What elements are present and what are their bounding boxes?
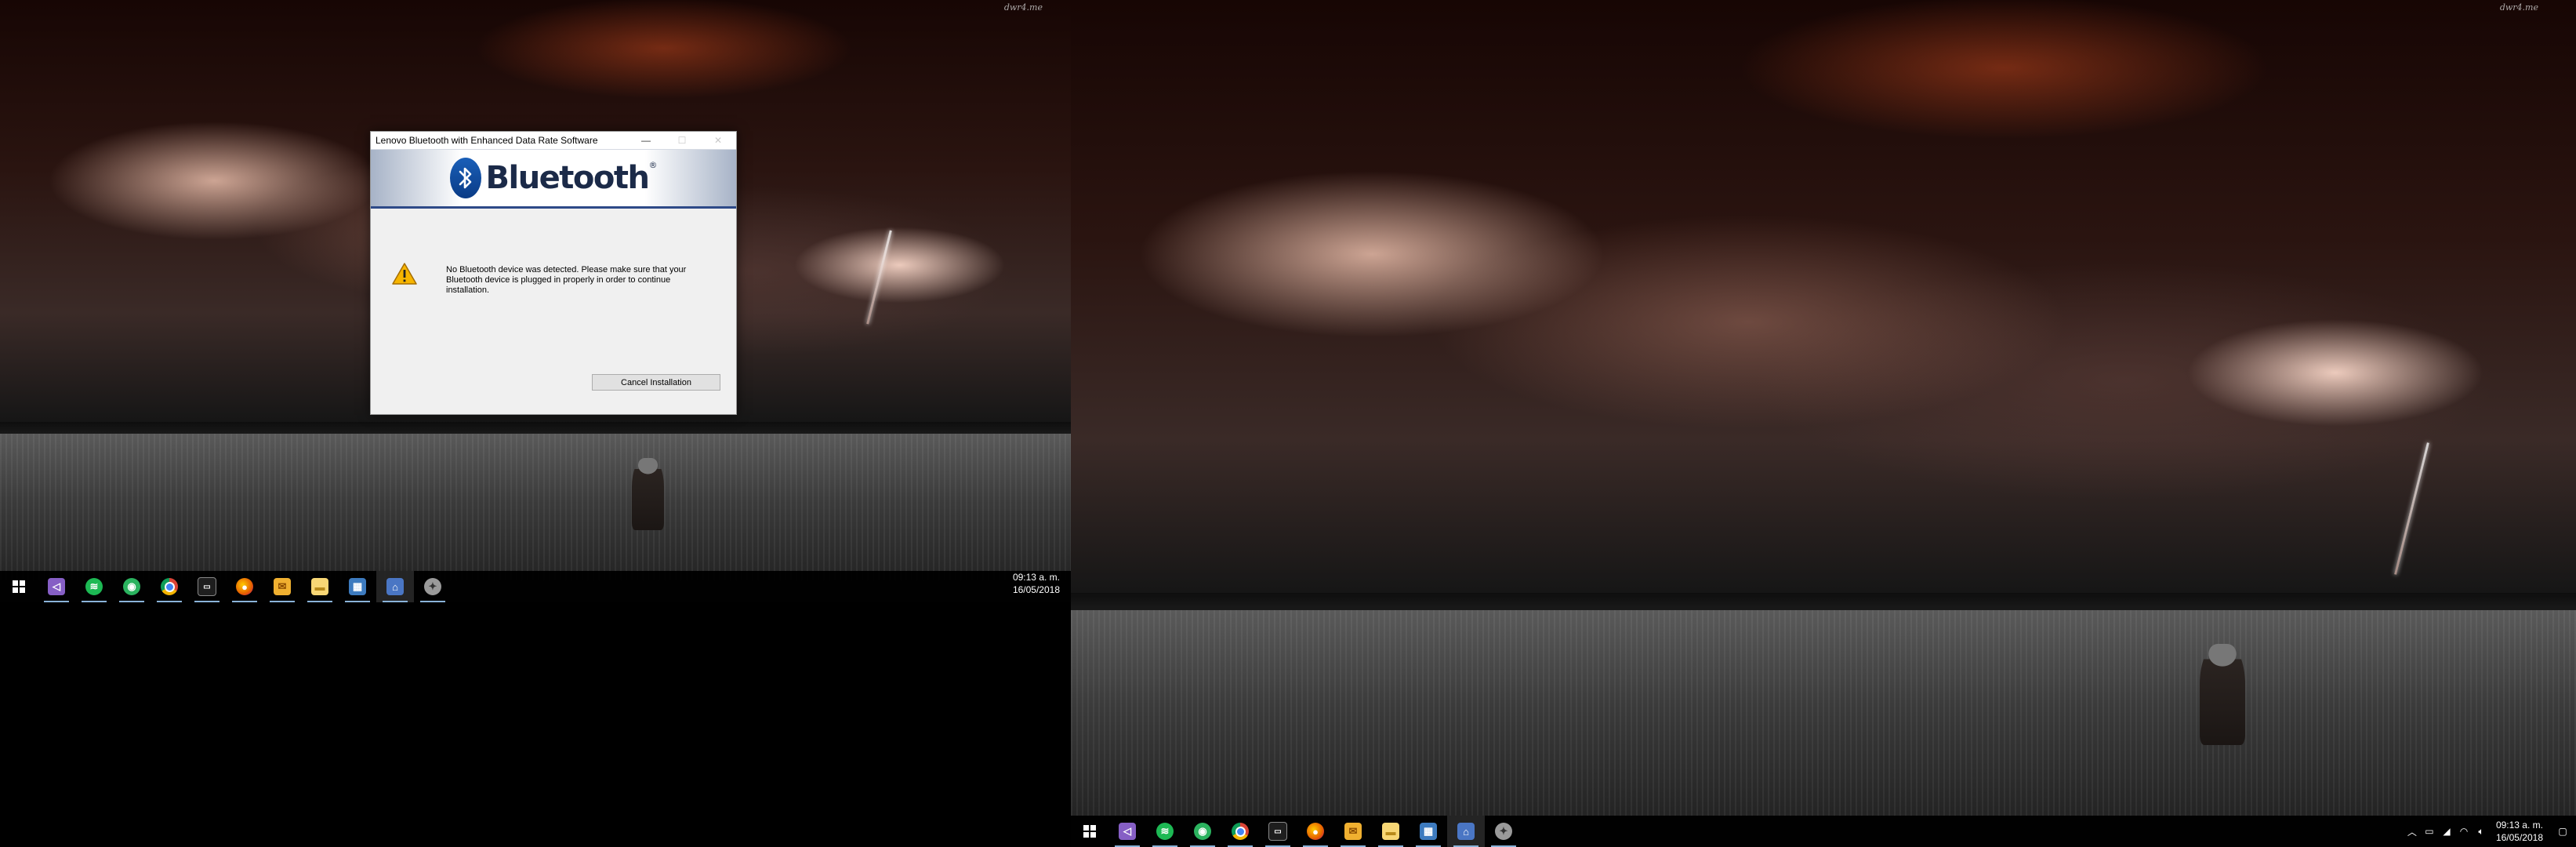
desktop-wallpaper-right: dwr4.me xyxy=(1071,0,2576,847)
taskbar-app-installer[interactable]: ⌂ xyxy=(376,571,414,602)
wallpaper-field-right xyxy=(1071,609,2576,847)
bluetooth-banner: Bluetooth® xyxy=(371,149,736,209)
visual-studio-icon: ◁ xyxy=(1119,823,1136,840)
installer-icon: ⌂ xyxy=(386,578,404,595)
taskbar-app-chrome[interactable] xyxy=(1221,816,1259,847)
wallpaper-lightning xyxy=(866,230,892,325)
folder-icon: ▬ xyxy=(1382,823,1399,840)
cancel-installation-button[interactable]: Cancel Installation xyxy=(592,374,720,391)
chrome-icon xyxy=(161,578,178,595)
installer-icon: ⌂ xyxy=(1457,823,1475,840)
right-clock[interactable]: 09:13 a. m. 16/05/2018 xyxy=(2490,819,2549,844)
battery-icon[interactable]: ▭ xyxy=(2421,816,2438,847)
taskbar-app-spotify[interactable]: ≋ xyxy=(75,571,113,602)
start-button[interactable] xyxy=(0,571,38,602)
taskbar-app-spotify-2[interactable]: ◉ xyxy=(1184,816,1221,847)
left-clock-time: 09:13 a. m. xyxy=(1012,572,1060,583)
bluetooth-wordmark: Bluetooth® xyxy=(486,160,658,196)
right-monitor: dwr4.me ◁ ≋ ◉ ▭ ● ✉ ▬ ▦ ⌂ ✦ ︿ ▭ ◢ ◠ 🔈︎ 0… xyxy=(1071,0,2576,847)
taskbar-app-spotify-2[interactable]: ◉ xyxy=(113,571,151,602)
close-button: ✕ xyxy=(713,135,723,146)
error-message: No Bluetooth device was detected. Please… xyxy=(446,265,687,295)
registered-mark: ® xyxy=(648,160,658,170)
system-tray: ︿ ▭ ◢ ◠ 🔈︎ 09:13 a. m. 16/05/2018 ▢ xyxy=(2404,816,2576,847)
mail-icon: ✉ xyxy=(274,578,291,595)
minimize-button[interactable]: — xyxy=(628,132,664,149)
wifi-icon[interactable]: ◠ xyxy=(2455,816,2473,847)
setup-icon: ✦ xyxy=(424,578,441,595)
taskbar-app-mail[interactable]: ✉ xyxy=(1334,816,1372,847)
left-clock-date: 16/05/2018 xyxy=(1012,584,1060,595)
wallpaper-lightning-right xyxy=(2393,442,2429,575)
taskbar-app-spotify[interactable]: ≋ xyxy=(1146,816,1184,847)
right-clock-date: 16/05/2018 xyxy=(2495,832,2543,843)
taskbar-app-control-panel[interactable]: ▦ xyxy=(1410,816,1447,847)
left-clock[interactable]: 09:13 a. m. 16/05/2018 xyxy=(1007,571,1066,596)
taskbar-app-setup[interactable]: ✦ xyxy=(414,571,452,602)
taskbar-app-firefox[interactable]: ● xyxy=(1297,816,1334,847)
console-icon: ▭ xyxy=(198,577,216,596)
taskbar-app-control-panel[interactable]: ▦ xyxy=(339,571,376,602)
control-panel-icon: ▦ xyxy=(349,578,366,595)
wallpaper-figure-right xyxy=(2200,643,2245,746)
right-clock-time: 09:13 a. m. xyxy=(2495,820,2543,831)
console-icon: ▭ xyxy=(1268,822,1287,841)
spotify-icon: ≋ xyxy=(85,578,103,595)
folder-icon: ▬ xyxy=(311,578,328,595)
firefox-icon: ● xyxy=(1307,823,1324,840)
taskbar-app-firefox[interactable]: ● xyxy=(226,571,263,602)
chevron-up-icon[interactable]: ︿ xyxy=(2404,816,2421,847)
firefox-icon: ● xyxy=(236,578,253,595)
wallpaper-logo-right: dwr4.me xyxy=(2499,2,2538,13)
maximize-button: ☐ xyxy=(677,135,687,146)
dialog-body: No Bluetooth device was detected. Please… xyxy=(371,209,736,391)
bluetooth-installer-dialog: Lenovo Bluetooth with Enhanced Data Rate… xyxy=(370,131,737,415)
taskbar-app-mail[interactable]: ✉ xyxy=(263,571,301,602)
start-button-right[interactable] xyxy=(1071,816,1108,847)
taskbar-app-visual-studio[interactable]: ◁ xyxy=(1108,816,1146,847)
chrome-icon xyxy=(1232,823,1249,840)
wallpaper-logo: dwr4.me xyxy=(1003,2,1043,13)
spotify-icon: ≋ xyxy=(1156,823,1174,840)
warning-icon xyxy=(391,262,418,289)
visual-studio-icon: ◁ xyxy=(48,578,65,595)
taskbar-app-chrome[interactable] xyxy=(151,571,188,602)
setup-icon: ✦ xyxy=(1495,823,1512,840)
spotify-green-icon: ◉ xyxy=(1194,823,1211,840)
taskbar-app-visual-studio[interactable]: ◁ xyxy=(38,571,75,602)
dialog-titlebar[interactable]: Lenovo Bluetooth with Enhanced Data Rate… xyxy=(371,132,736,149)
network-icon[interactable]: ◢ xyxy=(2438,816,2455,847)
taskbar-app-console[interactable]: ▭ xyxy=(188,571,226,602)
mail-icon: ✉ xyxy=(1344,823,1362,840)
windows-logo-icon xyxy=(13,580,25,593)
taskbar-app-file-explorer[interactable]: ▬ xyxy=(301,571,339,602)
volume-icon[interactable]: 🔈︎ xyxy=(2473,816,2490,847)
bluetooth-word: Bluetooth xyxy=(485,160,650,196)
windows-logo-icon xyxy=(1083,825,1096,838)
wallpaper-figure xyxy=(631,457,664,530)
dialog-title: Lenovo Bluetooth with Enhanced Data Rate… xyxy=(376,135,598,146)
bluetooth-logo-icon xyxy=(449,158,481,198)
taskbar-app-console[interactable]: ▭ xyxy=(1259,816,1297,847)
spotify-green-icon: ◉ xyxy=(123,578,140,595)
control-panel-icon: ▦ xyxy=(1420,823,1437,840)
taskbar-app-setup[interactable]: ✦ xyxy=(1485,816,1522,847)
taskbar-app-file-explorer[interactable]: ▬ xyxy=(1372,816,1410,847)
taskbar-app-installer[interactable]: ⌂ xyxy=(1447,816,1485,847)
right-taskbar: ◁ ≋ ◉ ▭ ● ✉ ▬ ▦ ⌂ ✦ ︿ ▭ ◢ ◠ 🔈︎ 09:13 a. … xyxy=(1071,816,2576,847)
notifications-icon[interactable]: ▢ xyxy=(2549,816,2576,847)
left-taskbar: ◁ ≋ ◉ ▭ ● ✉ ▬ ▦ ⌂ ✦ 09:13 a. m. 16/05/20… xyxy=(0,571,1071,602)
